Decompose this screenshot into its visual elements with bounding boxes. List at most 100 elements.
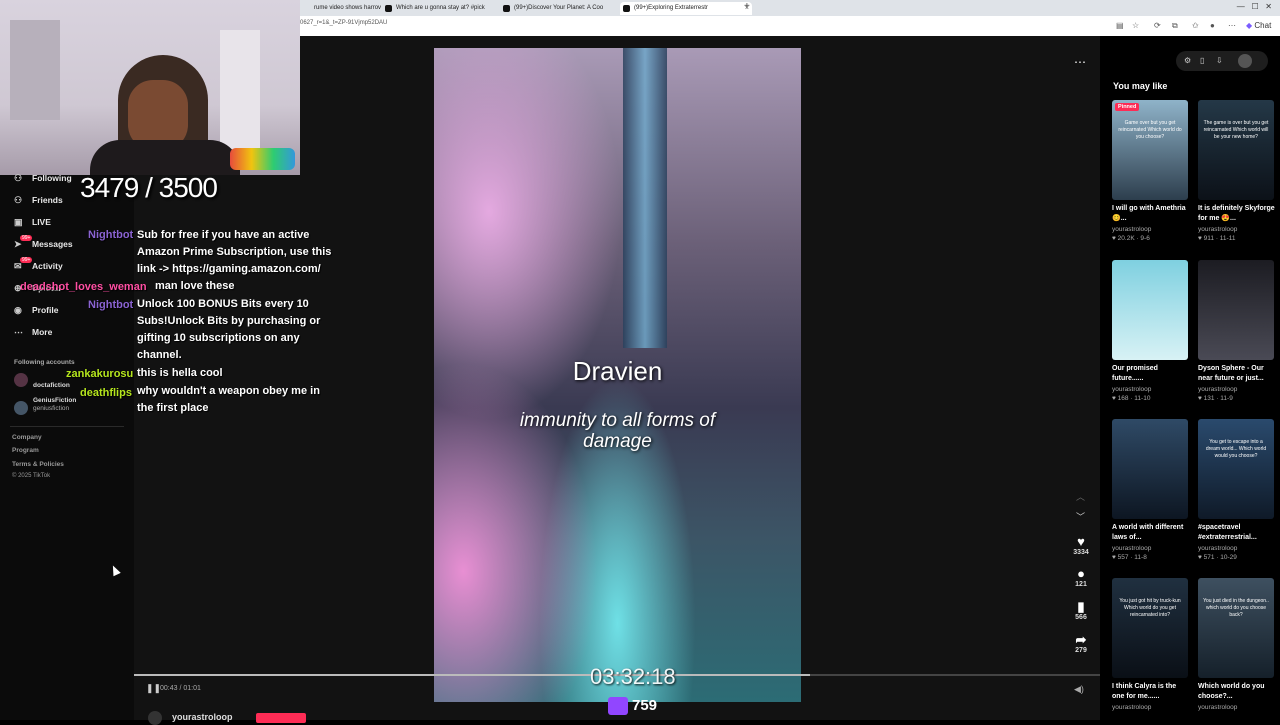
video-card-author[interactable]: yourastroloop — [1198, 704, 1276, 711]
share-button[interactable]: ➦ 279 — [1066, 632, 1096, 654]
video-card[interactable]: You get to escape into a dream world... … — [1198, 419, 1276, 561]
chevron-down-icon[interactable]: ﹀ — [1076, 510, 1085, 523]
video-thumbnail[interactable]: Pinned Game over but you get reincarnated… — [1112, 100, 1188, 200]
video-card-title[interactable]: I think Calyra is the one for me...... — [1112, 682, 1190, 702]
video-progress-fill — [134, 674, 811, 676]
avatar[interactable] — [14, 373, 28, 387]
video-card[interactable]: A world with different laws of... yourast… — [1112, 419, 1190, 561]
video-card[interactable]: The game is over but you get reincarnate… — [1198, 100, 1276, 242]
viewer-count: 759 — [632, 697, 658, 714]
account-name[interactable]: doctafiction — [33, 382, 70, 389]
thumbnail-text: You just died in the dungeon.. which wor… — [1203, 598, 1269, 618]
chat-username: Nightbot — [88, 229, 134, 241]
video-thumbnail[interactable] — [1112, 419, 1188, 519]
following-icon: ⚇ — [14, 173, 23, 183]
video-card-stats: ♥ 168 · 11-10 — [1112, 395, 1151, 402]
sidebar-item-profile[interactable]: ◉ Profile — [14, 305, 58, 316]
player-toolbar: ⚙ ▯ ⇩ — [1176, 51, 1268, 71]
avatar[interactable] — [148, 711, 162, 725]
sub-goal-counter: 3479 / 3500 — [80, 172, 218, 203]
chat-username: deadshot_loves_weman — [20, 281, 147, 293]
share-icon: ➦ — [1075, 632, 1087, 647]
window-controls[interactable]: — ☐ ✕ — [1237, 2, 1272, 11]
browser-tab-active[interactable]: (99+)Exploring Extraterrestr × — [620, 2, 752, 15]
footer-link-program[interactable]: Program — [12, 447, 39, 454]
comment-button[interactable]: ● 121 — [1066, 566, 1096, 588]
like-button[interactable]: ♥ 3334 — [1066, 534, 1096, 556]
refresh-icon[interactable]: ⟳ — [1154, 21, 1161, 30]
follow-button[interactable] — [256, 713, 306, 723]
video-card[interactable]: You just got hit by truck-kun Which worl… — [1112, 578, 1190, 711]
footer-link-company[interactable]: Company — [12, 434, 42, 441]
footer-link-terms[interactable]: Terms & Policies — [12, 461, 64, 468]
plus-icon[interactable]: + — [744, 1, 750, 12]
thumbnail-text: You just got hit by truck-kun Which worl… — [1119, 598, 1181, 618]
browser-tab[interactable]: (99+)Discover Your Planet: A Coo× — [500, 2, 632, 15]
video-thumbnail[interactable] — [1112, 260, 1188, 360]
chevron-up-icon[interactable]: ︿ — [1076, 490, 1085, 503]
menu-dots-icon[interactable]: ⋯ — [1228, 21, 1236, 30]
video-author[interactable]: yourastroloop — [172, 712, 233, 722]
phone-icon[interactable]: ▯ — [1200, 56, 1204, 65]
browser-tab[interactable]: rume video shows harrov× — [300, 2, 392, 15]
video-card[interactable]: Our promised future...... yourastroloop ♥ … — [1112, 260, 1190, 402]
comment-icon: ● — [1077, 566, 1085, 581]
video-card-author[interactable]: yourastroloop — [1198, 226, 1276, 233]
video-card-author[interactable]: yourastroloop — [1112, 545, 1190, 552]
twitch-icon — [608, 697, 628, 715]
sidebar-item-following[interactable]: ⚇ Following — [14, 173, 72, 184]
chat-message: man love these — [155, 280, 235, 292]
badge: 99+ — [20, 257, 33, 263]
sidebar-item-live[interactable]: ▣ LIVE — [14, 217, 51, 228]
star-icon[interactable]: ☆ — [1132, 21, 1139, 30]
video-card-title[interactable]: Dyson Sphere - Our near future or just..… — [1198, 364, 1276, 384]
url-text[interactable]: 0627_r=1&_t=ZP-91Vjmp52DAU — [300, 20, 387, 26]
chat-button[interactable]: ◆ Chat — [1246, 21, 1271, 30]
profile-icon: ◉ — [14, 305, 22, 315]
video-card-author[interactable]: yourastroloop — [1198, 386, 1276, 393]
extensions-icon[interactable]: ⧉ — [1172, 21, 1178, 31]
sidebar-item-more[interactable]: ⋯ More — [14, 327, 52, 338]
video-card-author[interactable]: yourastroloop — [1198, 545, 1276, 552]
video-card-title[interactable]: It is definitely Skyforge for me 😍... — [1198, 204, 1276, 224]
video-card[interactable]: Dyson Sphere - Our near future or just..… — [1198, 260, 1276, 402]
video-card-title[interactable]: Which world do you choose?... — [1198, 682, 1276, 702]
browser-tab[interactable]: Which are u gonna stay at? #pick× — [382, 2, 511, 15]
avatar[interactable] — [1238, 54, 1252, 68]
more-options-icon[interactable]: ⋯ — [1074, 55, 1086, 69]
favorites-icon[interactable]: ✩ — [1192, 21, 1199, 30]
thumbnail-text: The game is over but you get reincarnate… — [1203, 120, 1269, 140]
bookmark-button[interactable]: ▮ 566 — [1066, 599, 1096, 621]
thumbnail-text: You get to escape into a dream world... … — [1205, 439, 1267, 459]
video-thumbnail[interactable]: You just got hit by truck-kun Which worl… — [1112, 578, 1188, 678]
door — [10, 20, 60, 120]
reader-icon[interactable]: ▤ — [1116, 21, 1124, 30]
avatar[interactable] — [14, 401, 28, 415]
volume-icon[interactable]: ◀) — [1074, 684, 1084, 695]
video-thumbnail[interactable]: You just died in the dungeon.. which wor… — [1198, 578, 1274, 678]
profile-avatar-icon[interactable]: ● — [1210, 21, 1215, 30]
download-icon[interactable]: ⇩ — [1216, 56, 1223, 65]
tiktok-icon — [503, 5, 510, 12]
video-card-title[interactable]: A world with different laws of... — [1112, 523, 1190, 543]
video-card[interactable]: You just died in the dungeon.. which wor… — [1198, 578, 1276, 711]
video-thumbnail[interactable] — [1198, 260, 1274, 360]
video-card[interactable]: Pinned Game over but you get reincarnated… — [1112, 100, 1190, 242]
settings-icon[interactable]: ⚙ — [1184, 56, 1191, 65]
pause-icon[interactable]: ❚❚ — [146, 683, 161, 694]
sidebar-item-friends[interactable]: ⚇ Friends — [14, 195, 63, 206]
video-card-author[interactable]: yourastroloop — [1112, 386, 1190, 393]
video-card-title[interactable]: #spacetravel #extraterrestrial... — [1198, 523, 1276, 543]
video-card-title[interactable]: I will go with Amethria 😊... — [1112, 204, 1190, 224]
video-thumbnail[interactable]: You get to escape into a dream world... … — [1198, 419, 1274, 519]
account-name[interactable]: GeniusFiction — [33, 397, 76, 404]
chat-message: this is hella cool — [137, 367, 223, 379]
video-time: 00:43 / 01:01 — [160, 685, 201, 692]
video-card-author[interactable]: yourastroloop — [1112, 704, 1190, 711]
video-card-author[interactable]: yourastroloop — [1112, 226, 1190, 233]
chat-message: Sub for free if you have an active Amazo… — [137, 229, 332, 275]
video-thumbnail[interactable]: The game is over but you get reincarnate… — [1198, 100, 1274, 200]
chat-message: Unlock 100 BONUS Bits every 10 Subs!Unlo… — [137, 298, 321, 361]
recommendations-title: You may like — [1113, 81, 1168, 91]
video-card-title[interactable]: Our promised future...... — [1112, 364, 1190, 384]
